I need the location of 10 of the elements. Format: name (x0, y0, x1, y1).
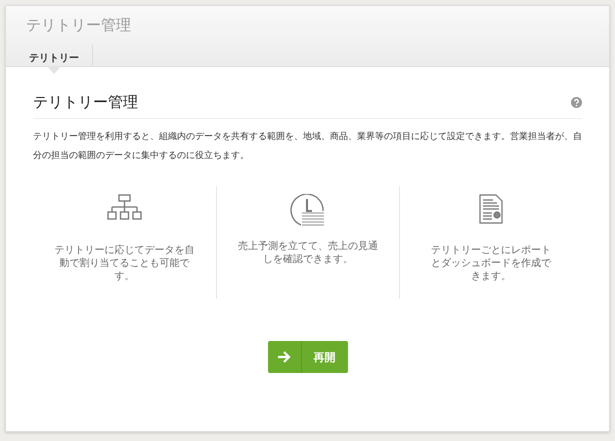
page-title: テリトリー管理 (25, 15, 132, 36)
feature-text: 売上予測を立てて、売上の見通しを確認できます。 (238, 240, 378, 266)
report-icon (478, 194, 504, 224)
help-icon[interactable] (571, 97, 582, 108)
arrow-icon (277, 351, 291, 363)
section-title: テリトリー管理 (33, 93, 138, 112)
description: テリトリー管理を利用すると、組織内のデータを共有する範囲を、地域、商品、業界等の項目に応じて設定できます。営業担当者が、自分の担当の範囲のデータに集中するのに役立ちます。 (33, 130, 582, 163)
tab[interactable]: テリトリー (16, 44, 93, 66)
feature-text: テリトリーに応じてデータを自動で割り当てることも可能です。 (54, 244, 194, 283)
feature-text: テリトリーごとにレポートとダッシュボードを作成できます。 (430, 244, 552, 283)
